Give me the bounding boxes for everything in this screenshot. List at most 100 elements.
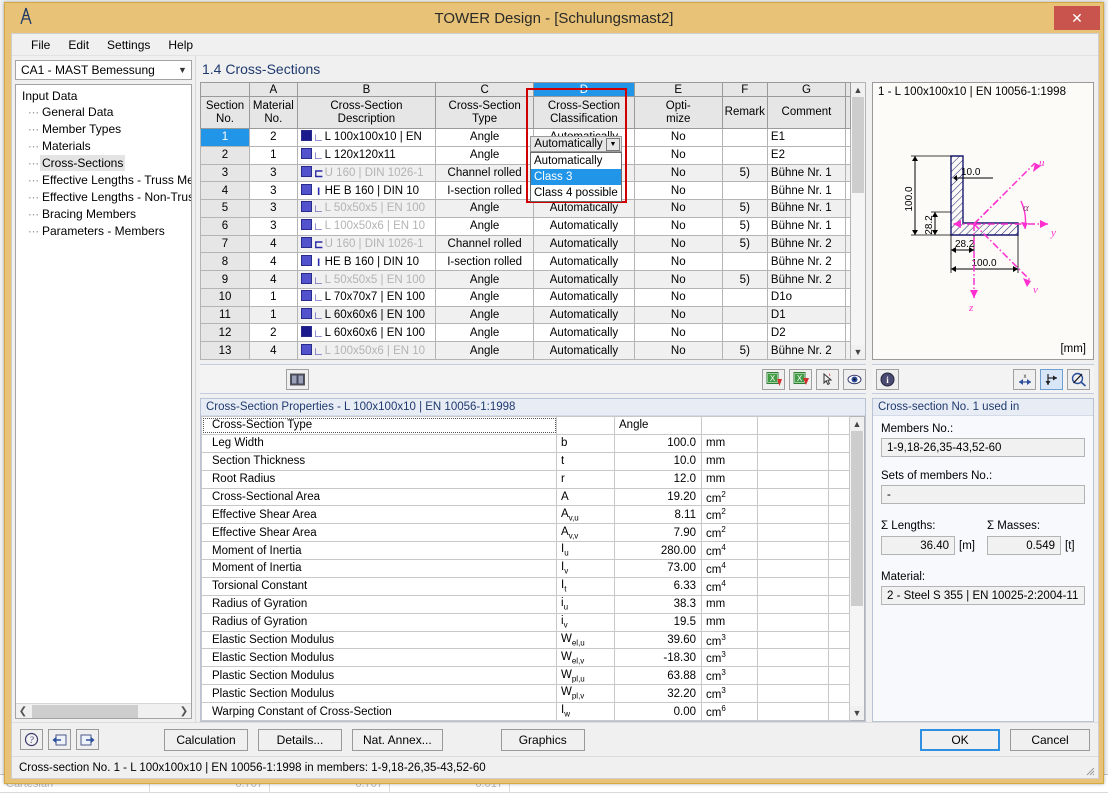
optimize-cell[interactable]: No (634, 146, 722, 164)
vscroll-thumb[interactable] (851, 431, 863, 606)
sidebar-item-effective-lengths-truss-memb[interactable]: ⋯Effective Lengths - Truss Memb (18, 172, 189, 189)
property-row[interactable]: Radius of Gyrationiv19.5mm (202, 613, 850, 631)
optimize-cell[interactable]: No (634, 324, 722, 342)
optimize-cell[interactable]: No (634, 182, 722, 200)
library-button[interactable] (286, 369, 309, 390)
optimize-cell[interactable]: No (634, 306, 722, 324)
cross-section-preview[interactable]: 1 - L 100x100x10 | EN 10056-1:1998 (872, 82, 1094, 360)
col-letter-c[interactable]: C (436, 83, 534, 97)
comment-cell[interactable]: Bühne Nr. 2 (767, 271, 845, 289)
material-no-cell[interactable]: 1 (250, 146, 298, 164)
table-row[interactable]: 134∟L 100x50x6 | EN 10AngleAutomatically… (201, 342, 851, 360)
ok-button[interactable]: OK (920, 729, 1000, 751)
property-row[interactable]: Moment of InertiaIu280.00cm4 (202, 542, 850, 560)
property-row[interactable]: Radius of Gyrationiu38.3mm (202, 595, 850, 613)
sidebar-item-general-data[interactable]: ⋯General Data (18, 104, 189, 121)
dropdown-option[interactable]: Automatically (531, 153, 621, 169)
property-row[interactable]: Section Thicknesst10.0mm (202, 452, 850, 470)
hscroll-track[interactable] (30, 704, 177, 719)
sets-field[interactable]: - (881, 485, 1085, 504)
scroll-left-icon[interactable]: ❮ (16, 706, 30, 717)
property-row[interactable]: Effective Shear AreaAv,v7.90cm2 (202, 524, 850, 542)
classification-cell[interactable]: Automatically (534, 306, 635, 324)
properties-table[interactable]: Cross-Section TypeAngleLeg Widthb100.0mm… (201, 416, 850, 721)
material-field[interactable]: 2 - Steel S 355 | EN 10025-2:2004-11 (881, 586, 1085, 605)
material-no-cell[interactable]: 3 (250, 182, 298, 200)
material-no-cell[interactable]: 1 (250, 306, 298, 324)
table-row[interactable]: 84IHE B 160 | DIN 10I-section rolledAuto… (201, 253, 851, 271)
lengths-field[interactable]: 36.40 (881, 536, 955, 555)
description-cell[interactable]: ⊏U 160 | DIN 1026-1 (297, 235, 436, 253)
calculation-button[interactable]: Calculation (164, 729, 248, 751)
table-row[interactable]: 63∟L 100x50x6 | EN 10AngleAutomaticallyN… (201, 217, 851, 235)
dropdown-option[interactable]: Class 4 possible (531, 185, 621, 201)
comment-cell[interactable]: D1 (767, 306, 845, 324)
vscroll-thumb[interactable] (852, 97, 864, 193)
sidebar-item-parameters-members[interactable]: ⋯Parameters - Members (18, 223, 189, 240)
classification-cell[interactable]: Automatically (534, 200, 635, 218)
property-row[interactable]: Root Radiusr12.0mm (202, 470, 850, 488)
description-cell[interactable]: ⊏U 160 | DIN 1026-1 (297, 164, 436, 182)
show-dimensions-button[interactable]: x (1013, 369, 1036, 390)
comment-cell[interactable]: Bühne Nr. 1 (767, 182, 845, 200)
property-row[interactable]: Elastic Section ModulusWel,u39.60cm3 (202, 631, 850, 649)
vscroll-track[interactable] (850, 431, 864, 706)
material-no-cell[interactable]: 4 (250, 271, 298, 289)
menu-item-help[interactable]: Help (159, 36, 202, 54)
show-axes-button[interactable] (1040, 369, 1063, 390)
select-in-graphic-button[interactable] (816, 369, 839, 390)
property-row[interactable]: Cross-Section TypeAngle (202, 417, 850, 435)
col-letter-g[interactable]: G (767, 83, 845, 97)
classification-cell[interactable]: Automatically (534, 217, 635, 235)
material-no-cell[interactable]: 1 (250, 288, 298, 306)
comment-cell[interactable]: E2 (767, 146, 845, 164)
table-row[interactable]: 43IHE B 160 | DIN 10I-section rolledAuto… (201, 182, 851, 200)
property-row[interactable]: Torsional ConstantIt6.33cm4 (202, 577, 850, 595)
table-row[interactable]: 74⊏U 160 | DIN 1026-1Channel rolledAutom… (201, 235, 851, 253)
masses-field[interactable]: 0.549 (987, 536, 1061, 555)
optimize-cell[interactable]: No (634, 164, 722, 182)
previous-window-button[interactable] (48, 729, 71, 750)
col-letter-e[interactable]: E (634, 83, 722, 97)
menu-item-settings[interactable]: Settings (98, 36, 159, 54)
description-cell[interactable]: ∟L 70x70x7 | EN 100 (297, 288, 436, 306)
description-cell[interactable]: ∟L 100x50x6 | EN 10 (297, 217, 436, 235)
material-no-cell[interactable]: 4 (250, 253, 298, 271)
nat-annex-button[interactable]: Nat. Annex... (352, 729, 443, 751)
cancel-button[interactable]: Cancel (1010, 729, 1090, 751)
next-window-button[interactable] (76, 729, 99, 750)
info-button[interactable]: i (876, 369, 899, 390)
comment-cell[interactable]: Bühne Nr. 1 (767, 217, 845, 235)
property-row[interactable]: Effective Shear AreaAv,u8.11cm2 (202, 506, 850, 524)
comment-cell[interactable]: Bühne Nr. 1 (767, 200, 845, 218)
cross-sections-table[interactable]: A B C D E F G (200, 82, 851, 360)
comment-cell[interactable]: Bühne Nr. 2 (767, 253, 845, 271)
description-cell[interactable]: IHE B 160 | DIN 10 (297, 253, 436, 271)
description-cell[interactable]: ∟L 60x60x6 | EN 100 (297, 324, 436, 342)
description-cell[interactable]: ∟L 50x50x5 | EN 100 (297, 271, 436, 289)
col-letter-b[interactable]: B (297, 83, 436, 97)
comment-cell[interactable]: Bühne Nr. 1 (767, 164, 845, 182)
export-to-excel-button[interactable]: X (789, 369, 812, 390)
description-cell[interactable]: ∟L 60x60x6 | EN 100 (297, 306, 436, 324)
col-letter-d[interactable]: D (534, 83, 635, 97)
optimize-cell[interactable]: No (634, 235, 722, 253)
optimize-cell[interactable]: No (634, 342, 722, 360)
comment-cell[interactable]: Bühne Nr. 2 (767, 235, 845, 253)
table-row[interactable]: 122∟L 60x60x6 | EN 100AngleAutomatically… (201, 324, 851, 342)
comment-cell[interactable]: D1o (767, 288, 845, 306)
hscroll-thumb[interactable] (32, 705, 138, 718)
table-row[interactable]: 12∟L 100x100x10 | ENAngleAutomaticallyNo… (201, 129, 851, 147)
optimize-cell[interactable]: No (634, 217, 722, 235)
comment-cell[interactable]: Bühne Nr. 2 (767, 342, 845, 360)
graphics-button[interactable]: Graphics (501, 729, 585, 751)
properties-vscrollbar[interactable]: ▲ ▼ (850, 416, 865, 721)
classification-combobox[interactable]: Automatically ▼ (530, 136, 622, 152)
property-row[interactable]: Warping Constant of Cross-SectionIw0.00c… (202, 703, 850, 721)
table-row[interactable]: 21∟L 120x120x11AngleAutomaticallyNoE2 (201, 146, 851, 164)
optimize-cell[interactable]: No (634, 129, 722, 147)
table-row[interactable]: 101∟L 70x70x7 | EN 100AngleAutomatically… (201, 288, 851, 306)
sidebar-item-bracing-members[interactable]: ⋯Bracing Members (18, 206, 189, 223)
details-button[interactable]: Details... (258, 729, 342, 751)
members-field[interactable]: 1-9,18-26,35-43,52-60 (881, 438, 1085, 457)
